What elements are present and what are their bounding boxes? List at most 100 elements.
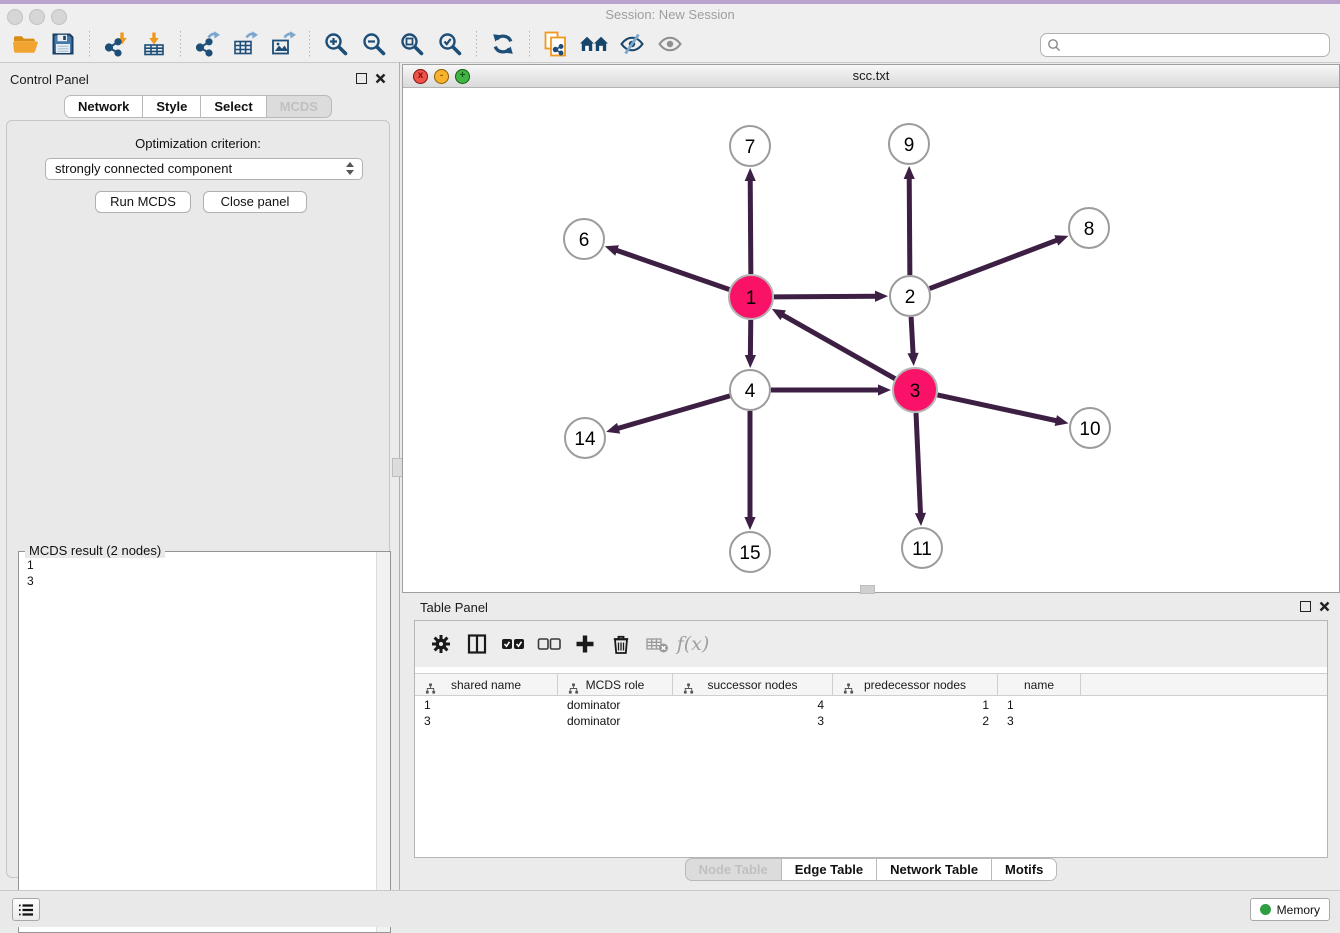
column-tree-icon (843, 683, 854, 694)
open-folder-icon[interactable] (10, 30, 40, 58)
delete-table-icon (639, 629, 675, 659)
graph-node-11[interactable]: 11 (902, 528, 942, 568)
close-panel-icon[interactable] (375, 73, 386, 84)
network-from-selection-icon[interactable] (541, 30, 571, 58)
network-window-titlebar[interactable]: scc.txt x-+ (403, 65, 1339, 88)
add-icon[interactable] (567, 629, 603, 659)
graph-edge-1-7[interactable] (745, 168, 756, 274)
memory-label: Memory (1277, 903, 1320, 917)
deselect-all-icon[interactable] (531, 629, 567, 659)
import-network-icon[interactable] (101, 30, 131, 58)
graph-edge-3-11[interactable] (915, 413, 926, 526)
table-cell[interactable]: dominator (558, 697, 673, 713)
network-graph: 7 9 6 8 1 2 4 3 14 10 15 11 (403, 88, 1339, 591)
graph-edge-4-3[interactable] (771, 384, 891, 395)
graph-node-4[interactable]: 4 (730, 370, 770, 410)
graph-edge-2-9[interactable] (904, 166, 915, 275)
zoom-in-icon[interactable] (321, 30, 351, 58)
column-header-label: successor nodes (707, 678, 797, 692)
select-all-icon[interactable] (495, 629, 531, 659)
column-header-predecessor-nodes[interactable]: predecessor nodes (833, 674, 998, 695)
table-cell[interactable]: dominator (558, 713, 673, 729)
tab-network[interactable]: Network (64, 95, 143, 118)
export-table-icon[interactable] (230, 30, 260, 58)
zoom-selected-icon[interactable] (435, 30, 465, 58)
column-tree-icon (568, 683, 579, 694)
close-panel-button[interactable]: Close panel (203, 191, 307, 213)
graph-edge-1-6[interactable] (605, 245, 729, 289)
graph-node-6[interactable]: 6 (564, 219, 604, 259)
tab-style[interactable]: Style (143, 95, 201, 118)
graph-node-7[interactable]: 7 (730, 126, 770, 166)
control-panel-title: Control Panel (10, 72, 89, 87)
task-history-button[interactable] (12, 898, 40, 921)
graph-edge-1-2[interactable] (774, 291, 888, 302)
gear-icon[interactable] (423, 629, 459, 659)
graph-edge-3-10[interactable] (937, 395, 1068, 426)
table-cell[interactable]: 3 (673, 713, 833, 729)
table-cell[interactable]: 1 (998, 697, 1081, 713)
float-table-panel-icon[interactable] (1300, 601, 1311, 612)
tab-select[interactable]: Select (201, 95, 266, 118)
graph-edge-1-4[interactable] (745, 320, 756, 368)
memory-button[interactable]: Memory (1250, 898, 1330, 921)
column-header-successor-nodes[interactable]: successor nodes (673, 674, 833, 695)
export-network-icon[interactable] (192, 30, 222, 58)
graph-node-10[interactable]: 10 (1070, 408, 1110, 448)
column-tree-icon (683, 683, 694, 694)
table-cell[interactable]: 1 (833, 697, 998, 713)
import-table-icon[interactable] (139, 30, 169, 58)
home-icon[interactable] (579, 30, 609, 58)
table-cell[interactable]: 4 (673, 697, 833, 713)
graph-edge-4-14[interactable] (606, 396, 730, 434)
column-header-shared-name[interactable]: shared name (415, 674, 558, 695)
column-header-MCDS-role[interactable]: MCDS role (558, 674, 673, 695)
network-window-zoom-button[interactable]: + (455, 69, 470, 84)
table-row[interactable]: 3dominator323 (415, 713, 1327, 729)
graph-node-8[interactable]: 8 (1069, 208, 1109, 248)
svg-text:2: 2 (905, 287, 916, 308)
export-image-icon[interactable] (268, 30, 298, 58)
network-view[interactable]: 7 9 6 8 1 2 4 3 14 10 15 11 (403, 88, 1339, 591)
table-row[interactable]: 1dominator411 (415, 697, 1327, 713)
column-header-name[interactable]: name (998, 674, 1081, 695)
network-window-minimize-button[interactable]: - (434, 69, 449, 84)
network-window: scc.txt x-+ 7 9 6 8 1 2 4 3 14 10 15 11 (402, 64, 1340, 593)
table-cell[interactable]: 3 (998, 713, 1081, 729)
tab-mcds[interactable]: MCDS (267, 95, 332, 118)
search-input[interactable] (1065, 35, 1325, 55)
graph-node-2[interactable]: 2 (890, 276, 930, 316)
graph-edge-2-3[interactable] (907, 317, 918, 366)
delete-icon[interactable] (603, 629, 639, 659)
graph-edge-2-8[interactable] (930, 235, 1069, 288)
main-toolbar (6, 29, 689, 59)
zoom-out-icon[interactable] (359, 30, 389, 58)
graph-node-9[interactable]: 9 (889, 124, 929, 164)
graph-node-1[interactable]: 1 (729, 275, 773, 319)
tab-edge-table[interactable]: Edge Table (782, 858, 877, 881)
table-cell[interactable]: 1 (415, 697, 558, 713)
show-eye-icon[interactable] (655, 30, 685, 58)
column-icon[interactable] (459, 629, 495, 659)
network-window-close-button[interactable]: x (413, 69, 428, 84)
zoom-fit-icon[interactable] (397, 30, 427, 58)
graph-node-14[interactable]: 14 (565, 418, 605, 458)
table-cell[interactable]: 2 (833, 713, 998, 729)
save-session-icon[interactable] (48, 30, 78, 58)
hide-eye-icon[interactable] (617, 30, 647, 58)
run-mcds-button[interactable]: Run MCDS (95, 191, 191, 213)
app-titlebar[interactable]: Session: New Session (0, 0, 1340, 63)
graph-node-15[interactable]: 15 (730, 532, 770, 572)
layout-refresh-icon[interactable] (488, 30, 518, 58)
graph-edge-4-15[interactable] (744, 411, 755, 530)
result-scrollbar[interactable] (376, 552, 390, 932)
close-table-panel-icon[interactable] (1319, 601, 1330, 612)
float-panel-icon[interactable] (356, 73, 367, 84)
criterion-select[interactable]: strongly connected component (45, 158, 363, 180)
graph-edge-3-1[interactable] (772, 309, 895, 379)
table-cell[interactable]: 3 (415, 713, 558, 729)
tab-network-table[interactable]: Network Table (877, 858, 992, 881)
tab-motifs[interactable]: Motifs (992, 858, 1057, 881)
graph-node-3[interactable]: 3 (893, 368, 937, 412)
tab-node-table[interactable]: Node Table (685, 858, 782, 881)
